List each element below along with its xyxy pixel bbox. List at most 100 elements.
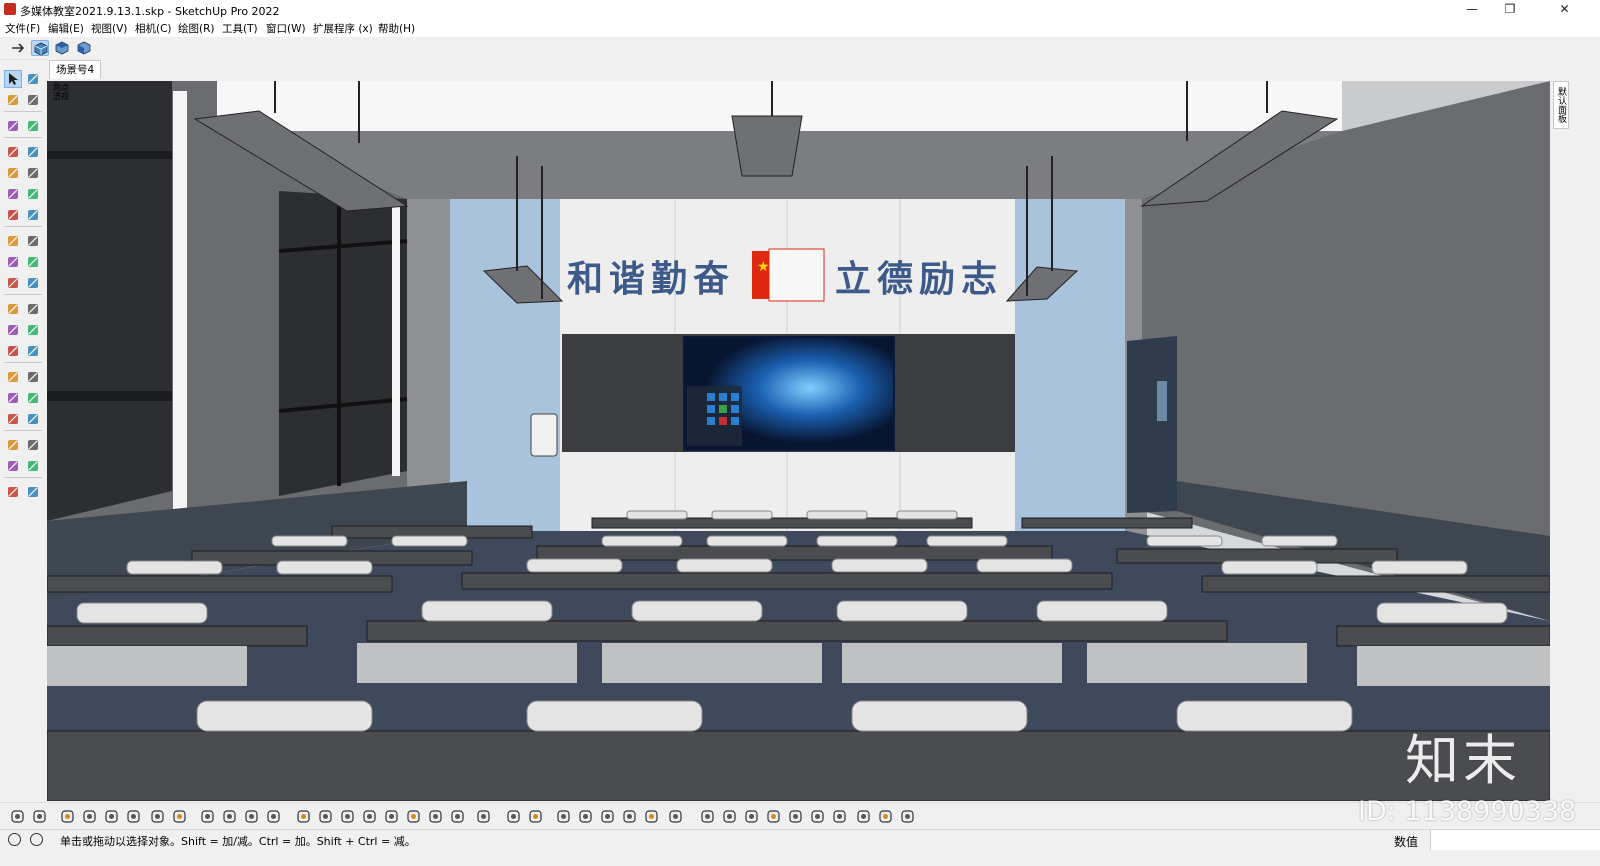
component-icon[interactable] (5, 118, 21, 134)
circle-icon[interactable] (5, 186, 21, 202)
section-plane-icon[interactable] (5, 484, 21, 500)
bottom-tool-2-icon[interactable] (32, 809, 47, 824)
eraser-icon[interactable] (25, 92, 41, 108)
paint-bucket-icon[interactable] (5, 92, 21, 108)
footprint-icon[interactable] (5, 458, 21, 474)
bottom-tool-20-icon[interactable] (450, 809, 465, 824)
default-tray-tab[interactable]: 默认面板 (1553, 81, 1569, 129)
tape-measure-icon[interactable] (25, 118, 41, 134)
menu-view[interactable]: 视图(V) (91, 21, 127, 36)
dimension-icon[interactable] (25, 301, 41, 317)
bottom-tool-39-icon[interactable] (900, 809, 915, 824)
bottom-tool-4-icon[interactable] (82, 809, 97, 824)
freehand-icon[interactable] (25, 144, 41, 160)
scale-icon[interactable] (5, 275, 21, 291)
bottom-tool-10-icon[interactable] (222, 809, 237, 824)
zoom-extents-icon[interactable] (5, 411, 21, 427)
bottom-tool-21-icon[interactable] (476, 809, 491, 824)
3d-text-icon[interactable] (25, 343, 41, 359)
select-icon[interactable] (4, 70, 22, 88)
bottom-tool-38-icon[interactable] (878, 809, 893, 824)
rotated-rectangle-icon[interactable] (25, 165, 41, 181)
bottom-tool-8-icon[interactable] (172, 809, 187, 824)
protractor-icon[interactable] (5, 322, 21, 338)
bottom-tool-16-icon[interactable] (362, 809, 377, 824)
orbit-tool-icon[interactable] (5, 369, 21, 385)
menu-tools[interactable]: 工具(T) (222, 21, 258, 36)
orbit-icon[interactable] (25, 71, 41, 87)
iso-view-icon[interactable] (31, 40, 49, 56)
section-display-icon[interactable] (25, 484, 41, 500)
bottom-tool-31-icon[interactable] (722, 809, 737, 824)
menu-draw[interactable]: 绘图(R) (178, 21, 215, 36)
bottom-tool-23-icon[interactable] (528, 809, 543, 824)
menu-edit[interactable]: 编辑(E) (48, 21, 84, 36)
tool-separator (4, 111, 42, 112)
tape-icon[interactable] (5, 301, 21, 317)
arrow-icon[interactable] (9, 40, 27, 56)
bottom-tool-19-icon[interactable] (428, 809, 443, 824)
pie-icon[interactable] (25, 207, 41, 223)
scene-tab-4[interactable]: 场景号4 (49, 60, 102, 79)
bottom-tool-7-icon[interactable] (150, 809, 165, 824)
bottom-tool-11-icon[interactable] (244, 809, 259, 824)
zoom-window-icon[interactable] (25, 390, 41, 406)
minimize-button[interactable]: — (1453, 0, 1491, 19)
pan-icon[interactable] (25, 369, 41, 385)
restore-button[interactable]: ❐ (1491, 0, 1529, 19)
bottom-tool-22-icon[interactable] (506, 809, 521, 824)
menu-extensions[interactable]: 扩展程序 (x) (313, 21, 373, 36)
bottom-tool-32-icon[interactable] (744, 809, 759, 824)
bottom-tool-37-icon[interactable] (856, 809, 871, 824)
bottom-tool-35-icon[interactable] (810, 809, 825, 824)
rotate-icon[interactable] (5, 254, 21, 270)
polygon-icon[interactable] (25, 186, 41, 202)
bottom-tool-36-icon[interactable] (832, 809, 847, 824)
search-icon[interactable] (25, 411, 41, 427)
front-view-icon[interactable] (75, 40, 93, 56)
rectangle-icon[interactable] (5, 165, 21, 181)
push-pull-icon[interactable] (25, 233, 41, 249)
zoom-icon[interactable] (5, 390, 21, 406)
bottom-tool-17-icon[interactable] (384, 809, 399, 824)
move-icon[interactable] (5, 233, 21, 249)
bottom-tool-12-icon[interactable] (266, 809, 281, 824)
bottom-tool-26-icon[interactable] (600, 809, 615, 824)
look-around-icon[interactable] (25, 437, 41, 453)
menu-file[interactable]: 文件(F) (5, 21, 40, 36)
top-view-icon[interactable] (53, 40, 71, 56)
follow-me-icon[interactable] (25, 254, 41, 270)
bottom-tool-18-icon[interactable] (406, 809, 421, 824)
bottom-tool-6-icon[interactable] (126, 809, 141, 824)
measurements-input[interactable] (1430, 830, 1600, 850)
bottom-tool-27-icon[interactable] (622, 809, 637, 824)
bottom-tool-34-icon[interactable] (788, 809, 803, 824)
axes-icon[interactable] (5, 343, 21, 359)
bottom-tool-5-icon[interactable] (104, 809, 119, 824)
bottom-tool-3-icon[interactable] (60, 809, 75, 824)
bottom-tool-25-icon[interactable] (578, 809, 593, 824)
bottom-tool-15-icon[interactable] (340, 809, 355, 824)
bottom-tool-33-icon[interactable] (766, 809, 781, 824)
bottom-tool-29-icon[interactable] (668, 809, 683, 824)
menu-camera[interactable]: 相机(C) (135, 21, 172, 36)
bottom-tool-1-icon[interactable] (10, 809, 25, 824)
walk-icon[interactable] (5, 437, 21, 453)
bottom-tool-14-icon[interactable] (318, 809, 333, 824)
3d-viewport[interactable]: 和谐勤奋 立德励志 ★ 两点 透视 (47, 81, 1550, 801)
text-icon[interactable] (25, 322, 41, 338)
bottom-tool-24-icon[interactable] (556, 809, 571, 824)
info-icon[interactable] (30, 833, 43, 846)
menu-window[interactable]: 窗口(W) (266, 21, 306, 36)
menu-help[interactable]: 帮助(H) (378, 21, 415, 36)
offset-icon[interactable] (25, 275, 41, 291)
bottom-tool-28-icon[interactable] (644, 809, 659, 824)
line-icon[interactable] (5, 144, 21, 160)
position-camera-icon[interactable] (25, 458, 41, 474)
geo-location-icon[interactable] (8, 833, 21, 846)
bottom-tool-30-icon[interactable] (700, 809, 715, 824)
bottom-tool-9-icon[interactable] (200, 809, 215, 824)
bottom-tool-13-icon[interactable] (296, 809, 311, 824)
arc-icon[interactable] (5, 207, 21, 223)
close-button[interactable]: ✕ (1529, 0, 1600, 19)
